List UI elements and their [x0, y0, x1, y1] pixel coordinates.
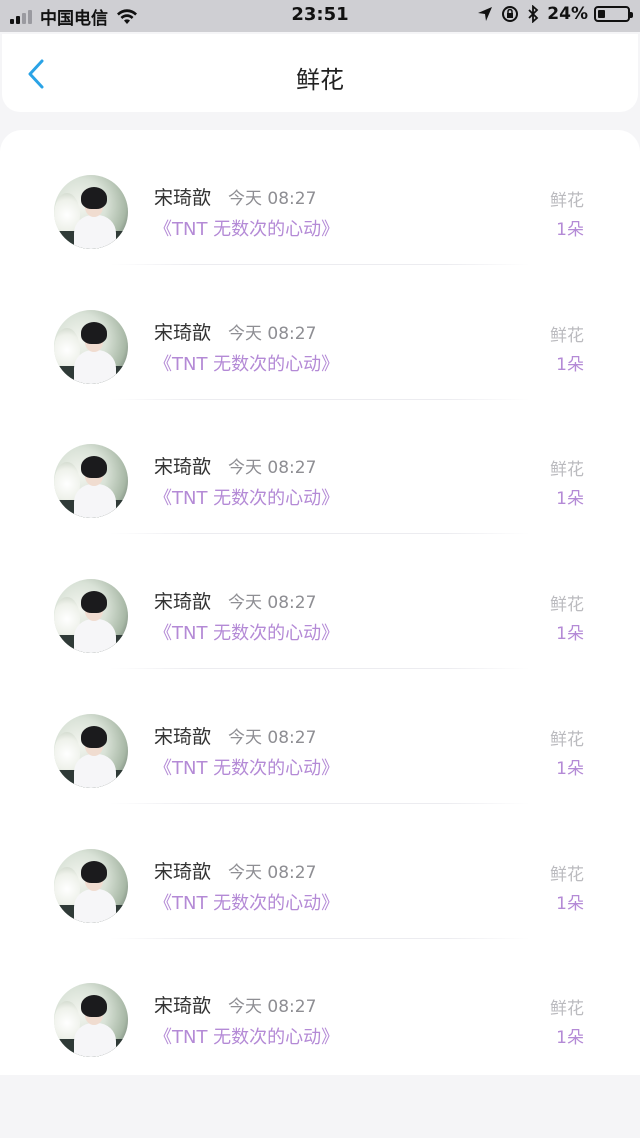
send-time: 今天 08:27: [228, 323, 317, 344]
avatar[interactable]: [54, 175, 128, 249]
gift-count: 1朵: [556, 893, 584, 914]
gift-type-label: 鲜花: [550, 729, 584, 750]
list-item[interactable]: 宋琦歆 今天 08:27 《TNT 无数次的心动》 鲜花 1朵: [0, 130, 640, 265]
gift-type-label: 鲜花: [550, 595, 584, 616]
list-item[interactable]: 宋琦歆 今天 08:27 《TNT 无数次的心动》 鲜花 1朵: [0, 804, 640, 939]
gift-type-label: 鲜花: [550, 999, 584, 1020]
source-title: 《TNT 无数次的心动》: [154, 219, 340, 240]
battery-fill: [598, 10, 605, 18]
battery-percent: 24%: [547, 4, 588, 24]
source-title: 《TNT 无数次的心动》: [154, 892, 340, 914]
list-item[interactable]: 宋琦歆 今天 08:27 《TNT 无数次的心动》 鲜花 1朵: [0, 669, 640, 804]
sender-name: 宋琦歆: [154, 860, 212, 883]
sender-name: 宋琦歆: [154, 995, 212, 1018]
sender-name: 宋琦歆: [154, 591, 212, 614]
sender-name: 宋琦歆: [154, 456, 212, 479]
send-time: 今天 08:27: [228, 997, 317, 1018]
send-time: 今天 08:27: [228, 727, 317, 748]
gift-list: 宋琦歆 今天 08:27 《TNT 无数次的心动》 鲜花 1朵 宋琦歆 今天 08:27 《T…: [0, 130, 640, 1075]
source-title: 《TNT 无数次的心动》: [154, 623, 340, 645]
sender-name: 宋琦歆: [154, 187, 212, 209]
source-title: 《TNT 无数次的心动》: [154, 488, 340, 510]
status-right: 24%: [469, 4, 633, 24]
status-bar: 中国电信 23:51 24%: [0, 0, 640, 32]
battery-icon: [594, 6, 633, 22]
bluetooth-icon: [527, 5, 539, 23]
gift-count: 1朵: [556, 220, 584, 240]
avatar[interactable]: [54, 713, 128, 788]
send-time: 今天 08:27: [228, 862, 317, 883]
gift-type-label: 鲜花: [550, 325, 584, 346]
gift-count: 1朵: [556, 758, 584, 779]
sender-name: 宋琦歆: [154, 725, 212, 748]
source-title: 《TNT 无数次的心动》: [154, 1027, 340, 1049]
rotation-lock-icon: [501, 5, 519, 23]
send-time: 今天 08:27: [228, 593, 317, 614]
avatar[interactable]: [54, 579, 128, 654]
send-time: 今天 08:27: [228, 189, 317, 209]
gift-type-label: 鲜花: [550, 191, 584, 211]
page-title: 鲜花: [296, 66, 344, 94]
send-time: 今天 08:27: [228, 458, 317, 479]
gift-type-label: 鲜花: [550, 460, 584, 481]
gift-count: 1朵: [556, 489, 584, 510]
source-title: 《TNT 无数次的心动》: [154, 757, 340, 779]
avatar[interactable]: [54, 309, 128, 384]
location-icon: [477, 6, 493, 22]
source-title: 《TNT 无数次的心动》: [154, 353, 340, 375]
list-item[interactable]: 宋琦歆 今天 08:27 《TNT 无数次的心动》 鲜花 1朵: [0, 938, 640, 1073]
list-item[interactable]: 宋琦歆 今天 08:27 《TNT 无数次的心动》 鲜花 1朵: [0, 265, 640, 400]
avatar[interactable]: [54, 983, 128, 1058]
list-item[interactable]: 宋琦歆 今天 08:27 《TNT 无数次的心动》 鲜花 1朵: [0, 534, 640, 670]
avatar[interactable]: [54, 444, 128, 519]
sender-name: 宋琦歆: [154, 321, 212, 344]
gift-count: 1朵: [556, 354, 584, 375]
gift-count: 1朵: [556, 624, 584, 645]
avatar[interactable]: [54, 848, 128, 923]
gift-count: 1朵: [556, 1028, 584, 1049]
gift-type-label: 鲜花: [550, 864, 584, 885]
nav-bar: 鲜花: [2, 34, 638, 112]
list-item[interactable]: 宋琦歆 今天 08:27 《TNT 无数次的心动》 鲜花 1朵: [0, 399, 640, 535]
